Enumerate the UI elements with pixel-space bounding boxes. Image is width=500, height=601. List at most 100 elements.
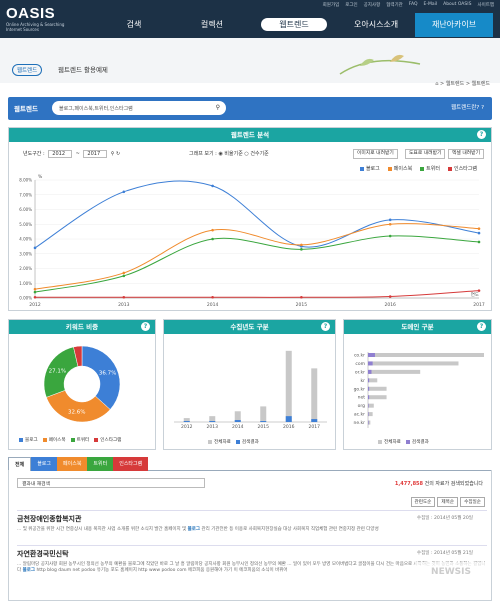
download-excel-button[interactable]: 엑셀 내려받기	[448, 149, 485, 159]
year-to-select[interactable]: 2017	[83, 150, 108, 158]
tab-blog[interactable]: 블로그	[31, 457, 58, 471]
tab-facebook-label: 페이스북	[63, 461, 82, 467]
y-tick-label: 7.00%	[19, 192, 32, 197]
help-icon[interactable]: ?	[321, 322, 330, 331]
list-item[interactable]: 금천장애인종합복지관 수집일 : 2014년 05월 20일 ... 및 위공간…	[17, 510, 487, 546]
nav-about[interactable]: 오아시스소개	[337, 13, 415, 37]
bar-result	[183, 421, 190, 422]
nav-webtrend[interactable]: 웹트렌드	[260, 18, 328, 31]
bar-all	[368, 353, 484, 357]
result-list: 결과내 재검색 1,477,858 건의 자료가 검색되었습니다 관련도순 제목…	[8, 470, 492, 601]
bar-all	[285, 350, 292, 422]
nav-search[interactable]: 검색	[95, 13, 173, 37]
tab-twitter-label: 트위터	[93, 461, 108, 467]
search-icon[interactable]: ⚲	[111, 151, 115, 157]
x-axis-label: 연도	[471, 291, 479, 298]
util-sitemap[interactable]: 사이트맵	[477, 2, 494, 8]
util-email[interactable]: E-Mail	[424, 2, 438, 8]
y-tick-label: 5.00%	[19, 222, 32, 227]
data-point	[122, 271, 126, 275]
year-from-select[interactable]: 2012	[48, 150, 73, 158]
refresh-icon[interactable]: ↻	[116, 151, 120, 157]
tilde: ~	[75, 151, 80, 157]
radio-ratio-label: 비율기준	[224, 151, 243, 157]
download-table-button[interactable]: 도표로 내려받기	[405, 149, 446, 159]
data-point	[477, 289, 481, 292]
tab-blog-label: 블로그	[37, 461, 52, 467]
y-tick-label: com	[355, 362, 365, 367]
pie-legend: 블로그 페이스북 트위터 인스타그램	[19, 437, 121, 443]
sort-title-button[interactable]: 제목순	[437, 497, 459, 507]
x-tick-label: 2014	[207, 302, 219, 308]
logo-text: OASIS	[6, 5, 56, 22]
section-pill: 웹트렌드	[12, 64, 43, 76]
x-tick-label: 2016	[384, 302, 396, 308]
radio-ratio[interactable]: ◉ 비율기준	[218, 151, 242, 157]
util-login[interactable]: 로그인	[345, 2, 357, 8]
leaf-decoration	[339, 54, 421, 75]
data-point	[33, 287, 37, 291]
panel-title: 웹트렌드 분석?	[9, 128, 491, 142]
pie-legend-twitter: 트위터	[70, 437, 89, 443]
bar-result	[368, 361, 373, 366]
util-join[interactable]: 회원가입	[323, 2, 340, 8]
item-date: 수집일 : 2014년 05월 21일	[416, 551, 473, 556]
search-icon[interactable]: ⚲	[216, 104, 220, 111]
data-point	[33, 290, 37, 294]
y-tick-label: ne.kr	[353, 420, 365, 426]
y-tick-label: 1.00%	[19, 281, 32, 286]
y-tick-label: or.kr	[355, 369, 365, 375]
bar-all	[260, 406, 267, 422]
x-tick-label: 2013	[207, 424, 219, 430]
radio-count-label: 건수기준	[250, 151, 269, 157]
data-point	[388, 234, 392, 238]
tab-twitter[interactable]: 트위터	[87, 457, 114, 471]
y-tick-label: 4.00%	[19, 237, 32, 242]
refine-search-input[interactable]: 결과내 재검색	[17, 478, 205, 488]
bar-result	[368, 386, 370, 391]
util-about[interactable]: About OASIS	[443, 2, 471, 8]
legend-instagram: 인스타그램	[447, 165, 477, 172]
x-tick-label: 2017	[309, 424, 321, 430]
tab-all[interactable]: 전체	[8, 457, 32, 471]
trend-legend: 블로그 페이스북 트위터 인스타그램	[359, 165, 477, 172]
period-label: 년도구간 :	[23, 151, 45, 157]
result-tabs: 전체 블로그 페이스북 트위터 인스타그램	[8, 457, 492, 471]
sort-date-button[interactable]: 수집일순	[460, 497, 485, 507]
help-icon[interactable]: ?	[477, 130, 486, 139]
bar-all	[368, 403, 374, 408]
help-icon[interactable]: ?	[477, 322, 486, 331]
tab-facebook[interactable]: 페이스북	[57, 457, 88, 471]
sort-relevance-button[interactable]: 관련도순	[410, 497, 436, 507]
data-point	[388, 218, 392, 222]
x-tick-label: 2013	[118, 302, 130, 308]
util-partners[interactable]: 협력기관	[386, 2, 403, 8]
year-bar-chart: 2012 2013 2014 2015 2016 2017	[174, 350, 327, 430]
search-placeholder: 블로그,페이스북,트위터,인스타그램	[59, 106, 133, 112]
nav-disaster-archive[interactable]: 재난아카이브	[415, 13, 493, 37]
bar-all	[368, 369, 421, 374]
y-tick-label: 2.00%	[19, 266, 32, 271]
year-legend-result: 검색결과	[235, 439, 259, 445]
util-faq[interactable]: FAQ	[409, 2, 418, 8]
nav-collection[interactable]: 컬렉션	[173, 13, 251, 37]
result-count-number: 1,477,858	[394, 481, 424, 487]
data-point	[33, 295, 37, 299]
keyword-share-panel: 키워드 비중? 36.7% 32.6% 27.1% 블로그 페이스북 트위터 인스타…	[8, 319, 156, 450]
radio-count[interactable]: ○ 건수기준	[244, 151, 268, 157]
data-point	[122, 190, 126, 194]
util-notice[interactable]: 공지사항	[364, 2, 381, 8]
download-image-button[interactable]: 이미지로 내려받기	[353, 149, 398, 159]
tab-instagram[interactable]: 인스타그램	[113, 457, 149, 471]
bar-all	[368, 395, 387, 400]
tab-instagram-label: 인스타그램	[119, 461, 143, 467]
webtrend-help-link[interactable]: 웹트렌드란? ?	[451, 103, 484, 111]
x-tick-label: 2016	[283, 424, 295, 430]
oasis-logo[interactable]: OASIS Online Archiving & Searching Inter…	[6, 5, 78, 32]
y-tick-label: org	[358, 403, 366, 409]
search-input[interactable]: 블로그,페이스북,트위터,인스타그램 ⚲	[52, 101, 226, 115]
help-icon[interactable]: ?	[141, 322, 150, 331]
bar-result	[368, 403, 369, 408]
data-point	[477, 240, 481, 244]
pie-slice	[81, 345, 121, 410]
